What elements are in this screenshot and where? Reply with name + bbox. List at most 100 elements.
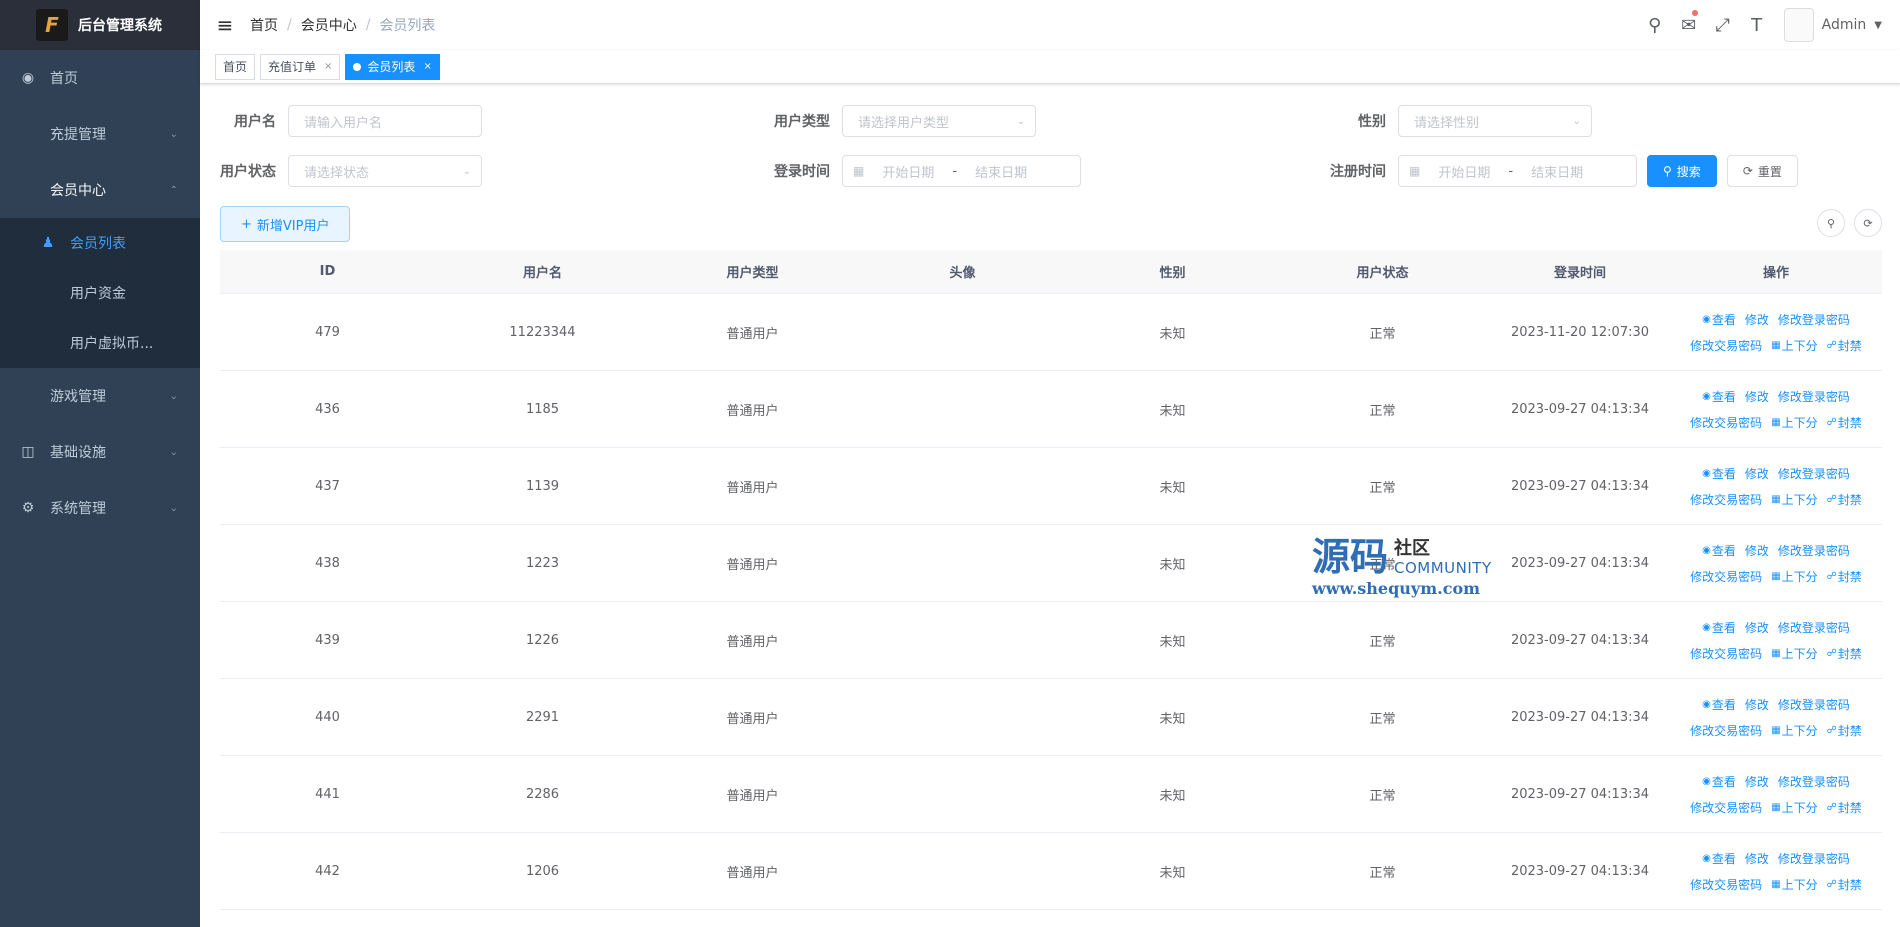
edit-button[interactable]: 修改 [1745,696,1769,713]
tag-home[interactable]: 首页 [215,53,256,80]
change-login-password-button[interactable]: 修改登录密码 [1778,619,1850,636]
add-vip-user-button[interactable]: + 新增VIP用户 [220,206,351,242]
gender-select[interactable]: 请选择性别 ⌄ [1398,105,1592,137]
user-type-select[interactable]: 请选择用户类型 ⌄ [842,105,1036,137]
adjust-balance-button[interactable]: ▦ 上下分 [1771,645,1817,662]
edit-button[interactable]: 修改 [1745,850,1769,867]
sidebar-item-home[interactable]: ◉ 首页 [0,50,200,106]
change-login-password-button[interactable]: 修改登录密码 [1778,773,1850,790]
column-header[interactable]: 性别 [1070,262,1275,281]
ban-button[interactable]: ☍ 封禁 [1827,414,1862,431]
breadcrumb-members[interactable]: 会员中心 [301,15,357,35]
cell-id: 441 [315,786,340,802]
change-trade-password-button[interactable]: 修改交易密码 [1690,337,1762,354]
font-size-icon[interactable]: T [1740,0,1774,50]
edit-button[interactable]: 修改 [1745,311,1769,328]
change-trade-password-button[interactable]: 修改交易密码 [1690,645,1762,662]
adjust-balance-button[interactable]: ▦ 上下分 [1771,568,1817,585]
view-button[interactable]: ◉ 查看 [1702,388,1736,405]
start-date-placeholder[interactable]: 开始日期 [882,162,934,181]
change-trade-password-button[interactable]: 修改交易密码 [1690,568,1762,585]
adjust-balance-button[interactable]: ▦ 上下分 [1771,337,1817,354]
column-header[interactable]: 用户类型 [650,262,855,281]
user-dropdown[interactable]: Admin ▼ [1783,8,1882,42]
view-button[interactable]: ◉ 查看 [1702,465,1736,482]
hamburger-icon[interactable]: ≡ [200,0,250,50]
view-button[interactable]: ◉ 查看 [1702,542,1736,559]
column-header[interactable]: 用户状态 [1275,262,1490,281]
edit-button[interactable]: 修改 [1745,619,1769,636]
ban-button[interactable]: ☍ 封禁 [1827,722,1862,739]
sidebar-item-recharge[interactable]: 充提管理 ⌄ [0,106,200,162]
column-header[interactable]: 登录时间 [1490,262,1670,281]
adjust-balance-button[interactable]: ▦ 上下分 [1771,876,1817,893]
close-icon[interactable]: × [423,55,431,79]
edit-button[interactable]: 修改 [1745,542,1769,559]
ban-button[interactable]: ☍ 封禁 [1827,799,1862,816]
cell-username: 11223344 [509,324,576,340]
edit-button[interactable]: 修改 [1745,465,1769,482]
navbar: ≡ 首页 / 会员中心 / 会员列表 ⚲ ✉ ⤢ T Admin ▼ [200,0,1900,50]
op-label: 修改 [1744,389,1769,404]
ban-button[interactable]: ☍ 封禁 [1827,337,1862,354]
change-login-password-button[interactable]: 修改登录密码 [1778,850,1850,867]
adjust-balance-button[interactable]: ▦ 上下分 [1771,799,1817,816]
op-label: 修改 [1744,312,1769,327]
change-trade-password-button[interactable]: 修改交易密码 [1690,491,1762,508]
adjust-balance-button[interactable]: ▦ 上下分 [1771,722,1817,739]
adjust-balance-button[interactable]: ▦ 上下分 [1771,414,1817,431]
search-button[interactable]: ⚲ 搜索 [1647,155,1717,187]
sidebar-item-user-crypto[interactable]: 用户虚拟币... [0,318,200,368]
sidebar-item-games[interactable]: 游戏管理 ⌄ [0,368,200,424]
change-trade-password-button[interactable]: 修改交易密码 [1690,799,1762,816]
change-trade-password-button[interactable]: 修改交易密码 [1690,722,1762,739]
sidebar-item-members[interactable]: 会员中心 ⌃ [0,162,200,218]
logo-area[interactable]: F 后台管理系统 [0,0,200,50]
sidebar-item-member-list[interactable]: ♟ 会员列表 [0,218,200,268]
change-trade-password-button[interactable]: 修改交易密码 [1690,414,1762,431]
adjust-balance-button[interactable]: ▦ 上下分 [1771,491,1817,508]
sidebar-item-system[interactable]: ⚙ 系统管理 ⌄ [0,480,200,536]
ban-button[interactable]: ☍ 封禁 [1827,645,1862,662]
column-header[interactable]: 头像 [855,262,1070,281]
message-icon[interactable]: ✉ [1672,0,1706,50]
view-button[interactable]: ◉ 查看 [1702,696,1736,713]
toggle-search-button[interactable]: ⚲ [1817,209,1845,237]
start-date-placeholder[interactable]: 开始日期 [1438,162,1490,181]
cell-gender: 未知 [1159,788,1186,804]
column-header[interactable]: 用户名 [435,262,650,281]
column-header[interactable]: ID [220,264,435,279]
refresh-button[interactable]: ⟳ [1854,209,1882,237]
login-time-range[interactable]: ▦ 开始日期 - 结束日期 [842,155,1081,187]
change-trade-password-button[interactable]: 修改交易密码 [1690,876,1762,893]
end-date-placeholder[interactable]: 结束日期 [1531,162,1583,181]
close-icon[interactable]: × [324,55,332,79]
ban-button[interactable]: ☍ 封禁 [1827,568,1862,585]
view-button[interactable]: ◉ 查看 [1702,311,1736,328]
tag-recharge-orders[interactable]: 充值订单 × [260,53,341,80]
end-date-placeholder[interactable]: 结束日期 [975,162,1027,181]
change-login-password-button[interactable]: 修改登录密码 [1778,465,1850,482]
change-login-password-button[interactable]: 修改登录密码 [1778,311,1850,328]
sidebar-item-infrastructure[interactable]: ◫ 基础设施 ⌄ [0,424,200,480]
user-status-select[interactable]: 请选择状态 ⌄ [288,155,482,187]
reset-button[interactable]: ⟳ 重置 [1726,155,1798,187]
breadcrumb-home[interactable]: 首页 [250,15,278,35]
view-button[interactable]: ◉ 查看 [1702,619,1736,636]
input-placeholder: 请选择状态 [304,165,370,181]
fullscreen-icon[interactable]: ⤢ [1706,0,1740,50]
edit-button[interactable]: 修改 [1745,773,1769,790]
view-button[interactable]: ◉ 查看 [1702,773,1736,790]
ban-button[interactable]: ☍ 封禁 [1827,491,1862,508]
ban-button[interactable]: ☍ 封禁 [1827,876,1862,893]
change-login-password-button[interactable]: 修改登录密码 [1778,542,1850,559]
sidebar-item-user-funds[interactable]: 用户资金 [0,268,200,318]
username-input[interactable]: 请输入用户名 [288,105,482,137]
edit-button[interactable]: 修改 [1745,388,1769,405]
register-time-range[interactable]: ▦ 开始日期 - 结束日期 [1398,155,1637,187]
view-button[interactable]: ◉ 查看 [1702,850,1736,867]
change-login-password-button[interactable]: 修改登录密码 [1778,388,1850,405]
search-icon[interactable]: ⚲ [1638,0,1672,50]
tag-member-list[interactable]: 会员列表 × [345,53,440,80]
change-login-password-button[interactable]: 修改登录密码 [1778,696,1850,713]
